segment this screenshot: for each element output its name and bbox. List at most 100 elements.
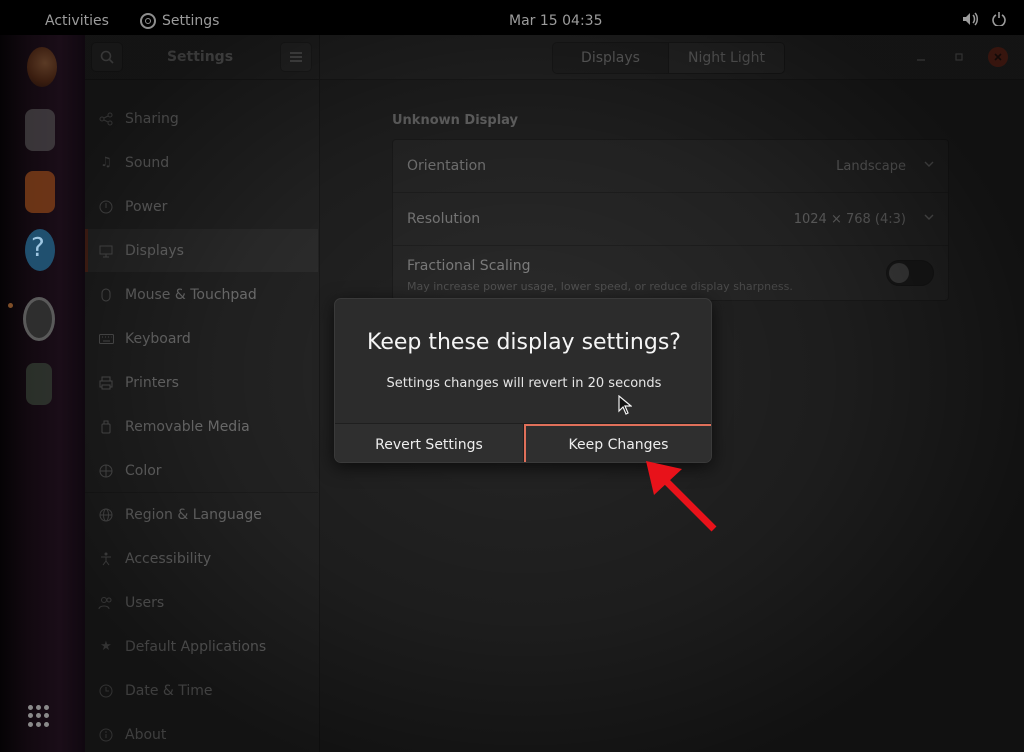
fractional-scaling-row: Fractional Scaling May increase power us… [393, 246, 948, 300]
search-icon [100, 50, 114, 64]
sidebar-item-accessibility[interactable]: Accessibility [85, 537, 318, 580]
top-bar: Activities Settings Mar 15 04:35 [0, 0, 1024, 35]
tab-displays[interactable]: Displays [553, 43, 668, 73]
share-icon [98, 111, 114, 127]
info-icon [98, 727, 114, 743]
sidebar-item-label: About [125, 726, 167, 743]
hamburger-menu-icon [290, 52, 302, 62]
search-button[interactable] [91, 42, 123, 72]
sidebar-item-about[interactable]: About [85, 713, 318, 752]
close-icon [994, 53, 1002, 61]
sidebar-item-label: Date & Time [125, 682, 213, 699]
sidebar: Sharing ♫ Sound Power Displays Mouse & T… [85, 80, 320, 752]
sidebar-item-label: Accessibility [125, 550, 212, 567]
settings-app-icon[interactable] [23, 297, 55, 341]
header-bar: Settings Displays Night Light [85, 35, 1024, 80]
activities-button[interactable]: Activities [45, 13, 109, 29]
clock-icon [98, 683, 114, 699]
orientation-row[interactable]: Orientation Landscape [393, 140, 948, 193]
accessibility-icon [98, 551, 114, 567]
power-icon [992, 12, 1006, 26]
usb-drive-icon [98, 419, 114, 435]
app-menu[interactable]: Settings [140, 13, 219, 29]
active-app-indicator [8, 303, 13, 308]
dialog-heading: Keep these display settings? [367, 330, 681, 355]
orientation-label: Orientation [407, 158, 487, 174]
display-name-heading: Unknown Display [392, 113, 519, 128]
resolution-label: Resolution [407, 211, 481, 227]
sidebar-item-label: Power [125, 198, 168, 215]
files-icon[interactable] [25, 109, 55, 151]
dock: ? [0, 35, 85, 752]
settings-gear-icon [140, 13, 156, 29]
sidebar-item-label: Mouse & Touchpad [125, 286, 257, 303]
sidebar-item-mouse-touchpad[interactable]: Mouse & Touchpad [85, 273, 318, 316]
sidebar-item-region-language[interactable]: Region & Language [85, 493, 318, 536]
sidebar-item-label: Sound [125, 154, 170, 171]
help-icon[interactable]: ? [25, 229, 55, 271]
printer-icon [98, 375, 114, 391]
fractional-scaling-description: May increase power usage, lower speed, o… [407, 280, 793, 293]
sidebar-item-label: Default Applications [125, 638, 267, 655]
dialog-message: Settings changes will revert in 20 secon… [386, 376, 662, 391]
sidebar-item-printers[interactable]: Printers [85, 361, 318, 404]
keyboard-icon [98, 331, 114, 347]
monitor-icon [98, 243, 114, 259]
mouse-icon [98, 287, 114, 303]
keep-settings-dialog: Keep these display settings? Settings ch… [334, 298, 712, 463]
sidebar-item-label: Displays [125, 242, 184, 259]
color-icon [98, 463, 114, 479]
chevron-down-icon [924, 214, 934, 220]
sidebar-item-sharing[interactable]: Sharing [85, 97, 318, 140]
globe-icon [98, 507, 114, 523]
sidebar-item-label: Printers [125, 374, 179, 391]
main-menu-button[interactable] [280, 42, 312, 72]
maximize-button[interactable] [949, 47, 969, 67]
sidebar-item-users[interactable]: Users [85, 581, 318, 624]
trash-icon[interactable] [26, 363, 52, 405]
sidebar-item-displays[interactable]: Displays [85, 229, 318, 272]
users-icon [98, 595, 114, 611]
minimize-button[interactable] [911, 47, 931, 67]
app-menu-label: Settings [162, 13, 220, 29]
fractional-scaling-toggle[interactable] [886, 260, 934, 286]
revert-settings-button[interactable]: Revert Settings [335, 424, 524, 462]
orientation-value: Landscape [836, 159, 906, 174]
resolution-row[interactable]: Resolution 1024 × 768 (4:3) [393, 193, 948, 246]
chevron-down-icon [924, 161, 934, 167]
fractional-scaling-label: Fractional Scaling [407, 258, 531, 274]
tab-night-light[interactable]: Night Light [668, 43, 784, 73]
sidebar-item-label: Color [125, 462, 162, 479]
sidebar-item-power[interactable]: Power [85, 185, 318, 228]
show-applications-icon[interactable] [28, 705, 50, 727]
sidebar-item-color[interactable]: Color [85, 449, 318, 492]
sidebar-item-sound[interactable]: ♫ Sound [85, 141, 318, 184]
window-title: Settings [166, 49, 234, 65]
close-button[interactable] [988, 47, 1008, 67]
power-icon [98, 199, 114, 215]
sidebar-item-date-time[interactable]: Date & Time [85, 669, 318, 712]
annotation-arrow-icon [646, 461, 717, 532]
volume-icon [963, 12, 978, 26]
mouse-pointer-icon [618, 395, 632, 415]
display-tabs: Displays Night Light [552, 42, 785, 74]
sidebar-header: Settings [85, 35, 320, 80]
resolution-value: 1024 × 768 (4:3) [793, 212, 906, 227]
sidebar-item-label: Keyboard [125, 330, 191, 347]
sidebar-item-label: Sharing [125, 110, 179, 127]
display-settings-list: Orientation Landscape Resolution 1024 × … [392, 139, 949, 301]
software-center-icon[interactable] [25, 171, 55, 213]
music-note-icon: ♫ [100, 155, 112, 170]
sidebar-item-removable-media[interactable]: Removable Media [85, 405, 318, 448]
maximize-icon [955, 53, 963, 61]
system-menu[interactable] [962, 12, 1006, 26]
sidebar-item-keyboard[interactable]: Keyboard [85, 317, 318, 360]
sidebar-item-label: Users [125, 594, 165, 611]
sidebar-item-default-applications[interactable]: ★ Default Applications [85, 625, 318, 668]
sidebar-item-label: Removable Media [125, 418, 250, 435]
minimize-icon [917, 59, 925, 61]
sidebar-item-label: Region & Language [125, 506, 262, 523]
firefox-icon[interactable] [27, 47, 57, 87]
clock[interactable]: Mar 15 04:35 [509, 13, 602, 29]
star-icon: ★ [100, 639, 112, 654]
